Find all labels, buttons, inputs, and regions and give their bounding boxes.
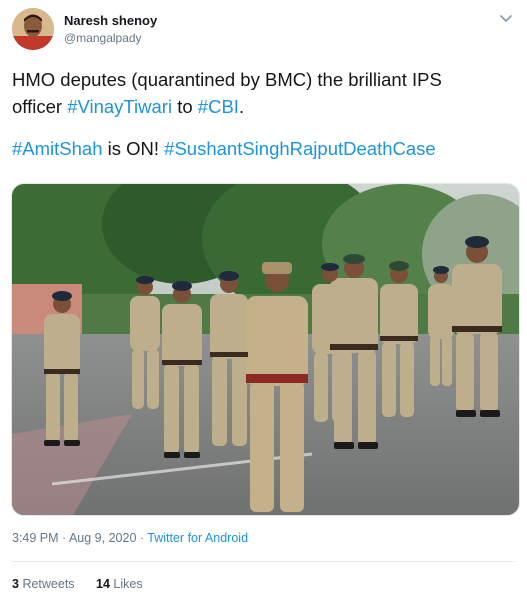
text-segment: . [238, 96, 245, 117]
divider [12, 561, 515, 562]
retweets-count: 3 [12, 577, 19, 591]
hashtag-cbi[interactable]: #CBI [198, 96, 239, 117]
chevron-down-icon[interactable] [497, 12, 515, 26]
text-segment: is ON! [102, 138, 165, 159]
retweets-stat[interactable]: 3 Retweets [12, 577, 75, 591]
text-segment: to [172, 96, 198, 117]
tweet-source-link[interactable]: Twitter for Android [147, 531, 248, 545]
hashtag-vinaytiwari[interactable]: #VinayTiwari [67, 96, 172, 117]
author-name[interactable]: Naresh shenoy [64, 13, 157, 28]
tweet-meta: 3:49 PM · Aug 9, 2020 · Twitter for Andr… [12, 531, 248, 545]
tweet-timestamp[interactable]: 3:49 PM · Aug 9, 2020 · [12, 531, 147, 545]
hashtag-sushantsinghrajputdeathcase[interactable]: #SushantSinghRajputDeathCase [164, 138, 436, 159]
tweet-text-line-2: officer #VinayTiwari to #CBI. [12, 93, 515, 120]
retweets-label: Retweets [22, 577, 75, 591]
likes-stat[interactable]: 14 Likes [96, 577, 143, 591]
tweet-text: HMO deputes (quarantined by BMC) the bri… [12, 66, 515, 162]
avatar[interactable] [12, 8, 54, 50]
tweet-photo[interactable] [11, 183, 520, 516]
hashtag-amitshah[interactable]: #AmitShah [12, 138, 103, 159]
tweet-text-line-1: HMO deputes (quarantined by BMC) the bri… [12, 69, 442, 90]
author-handle[interactable]: @mangalpady [64, 31, 142, 45]
tweet-stats: 3 Retweets 14 Likes [12, 577, 143, 591]
tweet-card: Naresh shenoy @mangalpady HMO deputes (q… [0, 0, 527, 599]
likes-count: 14 [96, 577, 110, 591]
likes-label: Likes [113, 577, 143, 591]
police-officers-photo [12, 184, 519, 515]
avatar-photo [12, 8, 54, 50]
tweet-text-line-3: #AmitShah is ON! #SushantSinghRajputDeat… [12, 135, 515, 162]
text-segment: officer [12, 96, 68, 117]
